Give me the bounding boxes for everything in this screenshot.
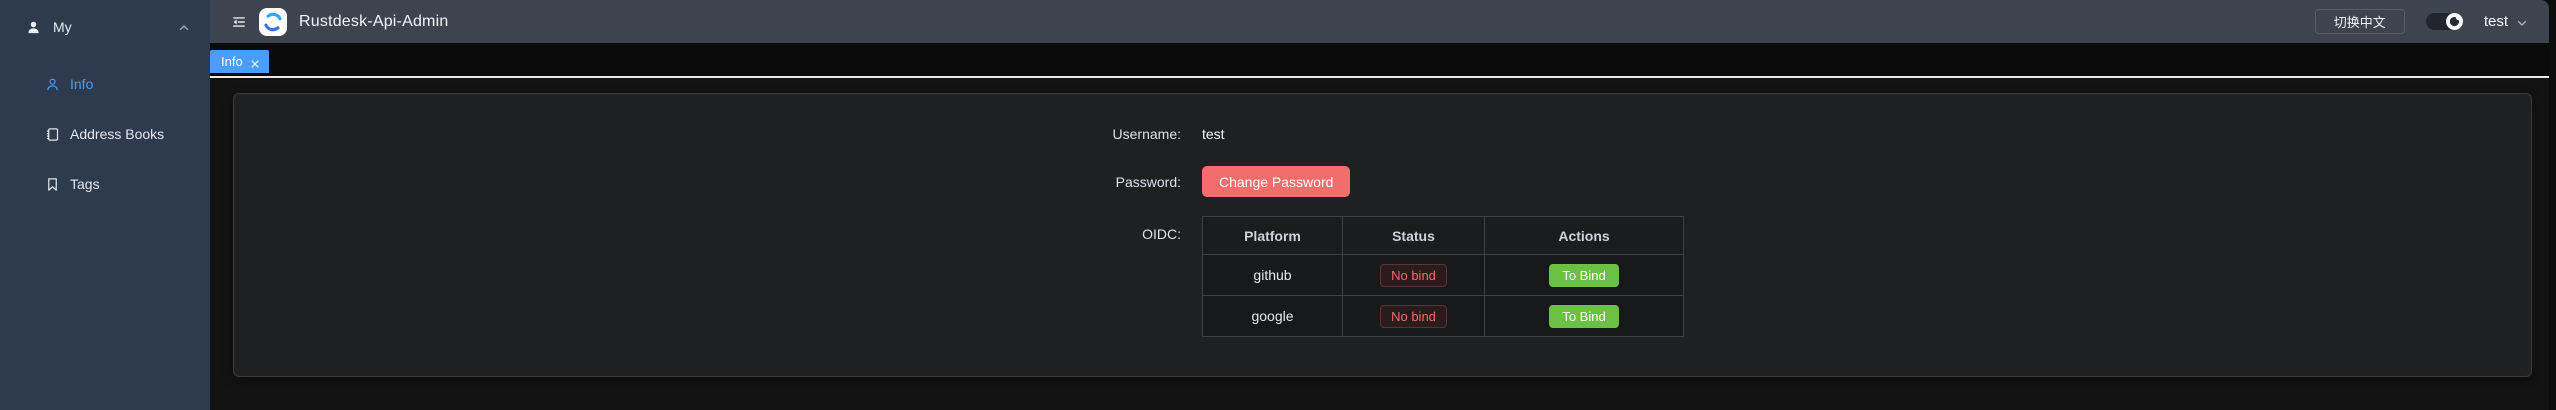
switch-language-button[interactable]: 切换中文: [2315, 9, 2405, 34]
sidebar-item-label: Address Books: [70, 126, 164, 142]
info-panel: Username: test Password: Change Password…: [233, 93, 2532, 377]
app-root: My Info Address Books Tags: [0, 0, 2556, 410]
sidebar-item-label: Tags: [70, 176, 100, 192]
page-right-gutter: [2549, 0, 2556, 410]
main-area: Rustdesk-Api-Admin 切换中文 test I: [210, 0, 2549, 410]
theme-toggle-knob: [2446, 13, 2463, 30]
chevron-down-icon: [2516, 16, 2528, 28]
oidc-table: Platform Status Actions github: [1202, 216, 1684, 337]
username-label: Username:: [1061, 126, 1181, 142]
column-header-status: Status: [1343, 217, 1485, 255]
to-bind-button[interactable]: To Bind: [1549, 305, 1618, 328]
sidebar: My Info Address Books Tags: [0, 0, 210, 410]
moon-icon: [2449, 16, 2460, 27]
oidc-label: OIDC:: [1061, 216, 1181, 242]
username-row: Username: test: [1061, 125, 2531, 143]
sidebar-item-tags[interactable]: Tags: [0, 164, 210, 204]
tab-bar: Info: [210, 43, 2549, 76]
sidebar-item-address-books[interactable]: Address Books: [0, 114, 210, 154]
user-info-form: Username: test Password: Change Password…: [234, 94, 2531, 337]
column-header-actions: Actions: [1485, 217, 1684, 255]
password-label: Password:: [1061, 174, 1181, 190]
theme-toggle[interactable]: [2426, 13, 2463, 30]
topbar-right: 切换中文 test: [2315, 0, 2528, 43]
user-icon: [45, 77, 60, 92]
username-value: test: [1202, 126, 1225, 142]
notebook-icon: [45, 127, 60, 142]
actions-cell: To Bind: [1485, 296, 1684, 337]
user-dropdown[interactable]: test: [2484, 13, 2528, 30]
platform-cell: google: [1203, 296, 1343, 337]
bookmark-icon: [45, 177, 60, 192]
chevron-up-icon: [178, 21, 190, 33]
oidc-row: OIDC: Platform Status Actions: [1061, 216, 2531, 337]
status-badge: No bind: [1380, 264, 1447, 287]
table-header-row: Platform Status Actions: [1203, 217, 1684, 255]
to-bind-button[interactable]: To Bind: [1549, 264, 1618, 287]
rustdesk-logo: [259, 8, 287, 36]
change-password-button[interactable]: Change Password: [1202, 166, 1350, 197]
status-cell: No bind: [1343, 255, 1485, 296]
table-row: google No bind To Bind: [1203, 296, 1684, 337]
status-cell: No bind: [1343, 296, 1485, 337]
password-row: Password: Change Password: [1061, 166, 2531, 197]
status-badge: No bind: [1380, 305, 1447, 328]
tab-info[interactable]: Info: [210, 50, 269, 73]
sidebar-group-label: My: [53, 19, 178, 35]
user-filled-icon: [26, 20, 41, 35]
tab-label: Info: [221, 54, 243, 69]
content-area: Username: test Password: Change Password…: [210, 78, 2549, 410]
sidebar-item-info[interactable]: Info: [0, 64, 210, 104]
platform-cell: github: [1203, 255, 1343, 296]
topbar: Rustdesk-Api-Admin 切换中文 test: [210, 0, 2549, 43]
actions-cell: To Bind: [1485, 255, 1684, 296]
column-header-platform: Platform: [1203, 217, 1343, 255]
current-username: test: [2484, 13, 2508, 30]
close-icon[interactable]: [250, 57, 260, 67]
table-row: github No bind To Bind: [1203, 255, 1684, 296]
fold-sidebar-icon[interactable]: [232, 15, 246, 29]
page-title: Rustdesk-Api-Admin: [299, 13, 448, 31]
sidebar-item-label: Info: [70, 76, 93, 92]
sidebar-group-my[interactable]: My: [0, 0, 210, 54]
